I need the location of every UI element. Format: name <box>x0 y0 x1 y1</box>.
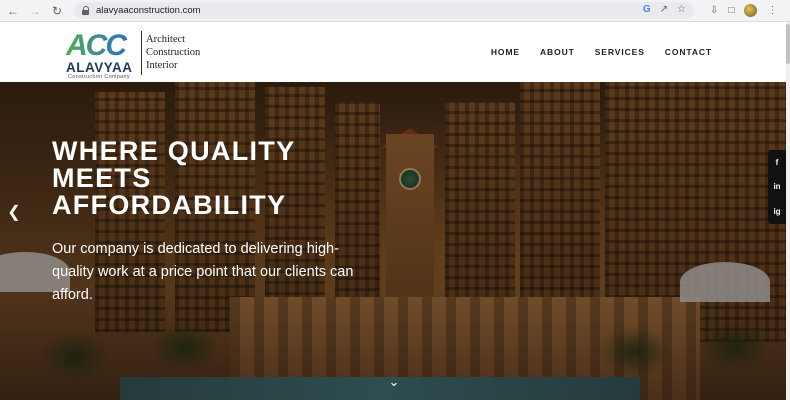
acc-logo-mark-icon: ACC <box>66 30 130 58</box>
forward-icon[interactable]: → <box>26 2 44 20</box>
logo-tagline: Architect Construction Interior <box>146 33 200 72</box>
instagram-icon[interactable]: ig <box>773 207 780 216</box>
social-links: f in ig <box>768 150 786 224</box>
hero-title-line: MEETS <box>52 163 152 193</box>
download-icon[interactable]: ⇩ <box>710 5 718 16</box>
google-icon[interactable]: G <box>643 4 651 15</box>
nav-home[interactable]: HOME <box>491 47 520 57</box>
hero-title-line: AFFORDABILITY <box>52 190 287 220</box>
nav-contact[interactable]: CONTACT <box>665 47 712 57</box>
hero-slider: WHERE QUALITY MEETS AFFORDABILITY Our co… <box>0 82 786 400</box>
lock-icon <box>82 6 90 15</box>
page-scrollbar[interactable] <box>786 22 790 400</box>
hero-title: WHERE QUALITY MEETS AFFORDABILITY <box>52 138 382 219</box>
bookmark-star-icon[interactable]: ☆ <box>677 4 686 15</box>
profile-avatar[interactable] <box>744 4 758 17</box>
site-header: ACC ALAVYAA Construction Company Archite… <box>0 22 790 82</box>
hero-description: Our company is dedicated to delivering h… <box>52 241 354 303</box>
nav-about[interactable]: ABOUT <box>540 47 575 57</box>
back-icon[interactable]: ← <box>4 2 22 20</box>
address-bar[interactable]: alavyaaconstruction.com G ↗ ☆ <box>74 2 694 19</box>
facebook-icon[interactable]: f <box>776 158 779 167</box>
menu-kebab-icon[interactable]: ⋮ <box>767 5 777 16</box>
brand-name: ALAVYAA <box>66 60 133 75</box>
main-nav: HOME ABOUT SERVICES CONTACT <box>491 47 712 57</box>
chevron-down-icon[interactable]: ⌄ <box>384 374 404 390</box>
scrollbar-thumb[interactable] <box>786 24 790 64</box>
brand-subtitle: Construction Company <box>68 74 130 80</box>
tagline-construction: Construction <box>146 47 201 58</box>
url-text: alavyaaconstruction.com <box>96 5 201 16</box>
browser-toolbar: ← → ↻ alavyaaconstruction.com G ↗ ☆ ⇩ □ … <box>0 0 790 22</box>
site-logo[interactable]: ACC ALAVYAA Construction Company Archite… <box>62 27 212 80</box>
nav-services[interactable]: SERVICES <box>595 47 645 57</box>
share-icon[interactable]: ↗ <box>660 4 668 15</box>
svg-text:ACC: ACC <box>66 30 128 58</box>
reload-icon[interactable]: ↻ <box>48 2 66 20</box>
tagline-architect: Architect <box>146 34 186 45</box>
linkedin-icon[interactable]: in <box>773 182 780 191</box>
tagline-interior: Interior <box>146 60 178 71</box>
hero-title-line: WHERE QUALITY <box>52 136 296 166</box>
side-panel-icon[interactable]: □ <box>728 5 734 16</box>
logo-divider <box>141 31 142 75</box>
chevron-left-icon[interactable]: ❮ <box>6 202 22 222</box>
